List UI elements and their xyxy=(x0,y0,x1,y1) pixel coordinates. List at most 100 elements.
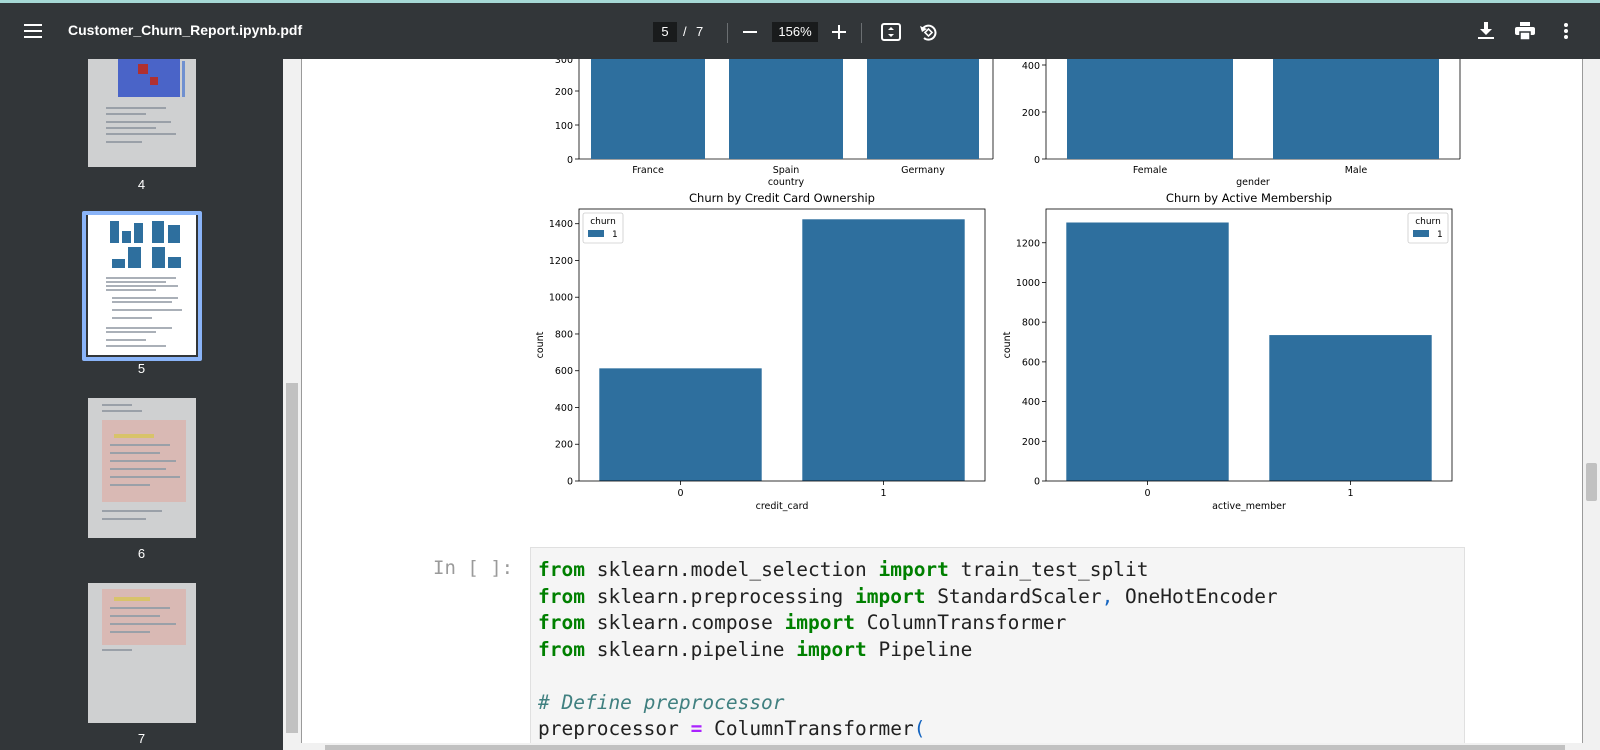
thumbnail-label: 5 xyxy=(137,361,146,376)
sidebar-scrollbar-thumb[interactable] xyxy=(286,383,298,733)
x-axis-label: gender xyxy=(1236,177,1270,188)
y-tick: 0 xyxy=(1034,155,1040,166)
code-token: ColumnTransformer xyxy=(855,611,1067,634)
thumbnail-sidebar: 4 5 6 7 xyxy=(0,59,283,750)
y-tick-label: 0 xyxy=(567,477,573,488)
hamburger-menu-icon[interactable] xyxy=(22,20,44,42)
x-tick-label: 1 xyxy=(880,488,886,499)
viewer-scrollbar-thumb[interactable] xyxy=(1586,463,1597,501)
code-token: = xyxy=(690,717,703,740)
chart-credit-card: Churn by Credit Card Ownership 0 1 0 200 400 6… xyxy=(535,191,986,512)
code-token: # Define preprocessor xyxy=(538,690,785,714)
download-icon[interactable] xyxy=(1475,20,1497,42)
thumbnail-label: 6 xyxy=(137,546,146,561)
gender-chart: 0 200 400 Female Male gender xyxy=(1022,59,1461,188)
x-tick: France xyxy=(632,165,664,176)
zoom-out-icon[interactable] xyxy=(740,22,760,42)
code-token: from xyxy=(538,611,585,634)
bar-france xyxy=(591,59,705,159)
zoom-in-icon[interactable] xyxy=(829,22,849,42)
y-tick-label: 800 xyxy=(555,329,573,340)
code-line: from sklearn.preprocessing import Standa… xyxy=(538,584,1278,611)
chart-bar xyxy=(1066,222,1229,481)
x-tick: Spain xyxy=(773,165,800,176)
bar-male xyxy=(1273,59,1439,159)
code-token: import xyxy=(855,584,926,608)
pdf-toolbar: Customer_Churn_Report.ipynb.pdf 5 / 7 15… xyxy=(0,3,1600,59)
toolbar-divider xyxy=(861,23,862,43)
x-tick: Germany xyxy=(901,165,945,176)
legend-title: churn xyxy=(590,217,616,227)
code-token: from xyxy=(538,637,585,661)
y-tick: 0 xyxy=(567,155,573,166)
code-token: train_test_split xyxy=(948,558,1149,581)
chart-bar xyxy=(1269,335,1432,481)
x-tick-label: 1 xyxy=(1347,488,1353,499)
code-token: sklearn.model_selection xyxy=(584,558,879,581)
code-token: import xyxy=(878,558,949,581)
y-tick-label: 1200 xyxy=(1016,238,1040,249)
y-tick-label: 600 xyxy=(555,366,573,377)
page-separator: / xyxy=(683,24,687,39)
y-tick-label: 600 xyxy=(1022,357,1040,368)
thumbnail-label: 7 xyxy=(137,731,146,746)
print-icon[interactable] xyxy=(1514,20,1536,42)
y-tick-label: 400 xyxy=(555,403,573,414)
chart-bar xyxy=(802,219,965,482)
code-token: preprocessor xyxy=(538,717,691,740)
horizontal-scrollbar-thumb[interactable] xyxy=(325,745,1565,750)
code-line: from sklearn.compose import ColumnTransf… xyxy=(538,610,1278,637)
code-token: import xyxy=(784,611,856,634)
document-title: Customer_Churn_Report.ipynb.pdf xyxy=(68,22,303,38)
page-thumbnail-4[interactable] xyxy=(88,59,196,167)
y-axis-label: count xyxy=(535,331,546,358)
y-tick-label: 1000 xyxy=(1016,278,1040,289)
y-tick-label: 400 xyxy=(1022,397,1040,408)
viewer-scrollbar-track[interactable] xyxy=(1583,59,1600,750)
y-tick-label: 1000 xyxy=(549,293,573,304)
x-axis-label: country xyxy=(768,177,805,188)
y-tick-label: 800 xyxy=(1022,318,1040,329)
country-chart: 0 100 200 300 France Spain Germany count… xyxy=(555,59,994,188)
thumbnail-label: 4 xyxy=(137,177,146,192)
fit-page-icon[interactable] xyxy=(880,21,902,43)
code-token: sklearn.pipeline xyxy=(584,637,797,661)
page-thumbnail-7[interactable] xyxy=(88,583,196,723)
legend: churn 1 xyxy=(582,212,624,244)
code-token: , xyxy=(1101,584,1114,608)
code-line: from sklearn.pipeline import Pipeline xyxy=(538,637,1278,664)
bar-female xyxy=(1067,59,1233,159)
code-token: from xyxy=(538,584,585,608)
legend: churn 1 xyxy=(1407,212,1449,244)
y-tick: 300 xyxy=(555,59,573,66)
x-tick: Female xyxy=(1133,165,1168,176)
y-tick: 200 xyxy=(1022,108,1040,119)
x-tick-label: 0 xyxy=(1144,488,1150,499)
y-tick-label: 0 xyxy=(1034,477,1040,488)
y-axis-label: count xyxy=(1002,331,1013,358)
code-token: ( xyxy=(913,717,926,740)
rotate-icon[interactable] xyxy=(917,21,939,43)
page-number-input[interactable]: 5 xyxy=(653,22,677,42)
zoom-level-input[interactable]: 156% xyxy=(772,22,818,42)
y-tick: 100 xyxy=(555,121,573,132)
code-token: sklearn.compose xyxy=(584,611,785,634)
page-thumbnail-5[interactable] xyxy=(88,215,196,355)
y-tick-label: 200 xyxy=(1022,437,1040,448)
more-options-icon[interactable] xyxy=(1555,20,1577,42)
legend-title: churn xyxy=(1415,217,1441,227)
top-charts: 0 100 200 300 France Spain Germany count… xyxy=(555,59,1461,188)
y-tick-label: 1400 xyxy=(549,219,573,230)
x-tick: Male xyxy=(1345,165,1368,176)
chart-title: Churn by Active Membership xyxy=(1166,191,1332,205)
code-line: from sklearn.model_selection import trai… xyxy=(538,557,1278,584)
x-tick-label: 0 xyxy=(677,488,683,499)
y-tick-label: 1200 xyxy=(549,256,573,267)
page-thumbnail-6[interactable] xyxy=(88,398,196,538)
toolbar-divider xyxy=(727,23,728,43)
bar-spain xyxy=(729,59,843,159)
code-token: StandardScaler xyxy=(925,584,1102,608)
y-tick: 400 xyxy=(1022,61,1040,72)
code-token: Pipeline xyxy=(866,637,973,661)
